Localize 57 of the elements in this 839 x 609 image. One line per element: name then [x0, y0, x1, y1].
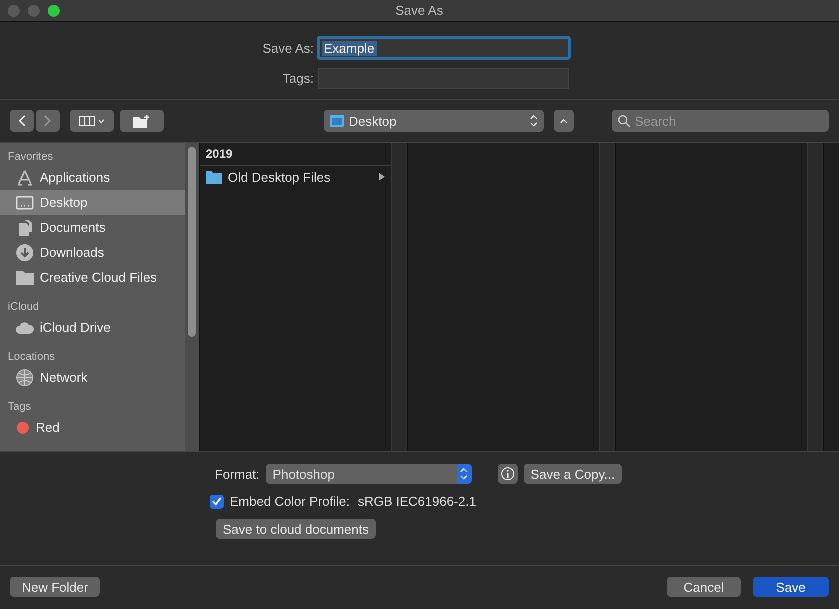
field-label: Tags: — [282, 71, 315, 86]
window-title: Save As — [396, 3, 444, 18]
new-folder-icon — [133, 114, 151, 128]
caret-up-icon — [560, 118, 568, 124]
checkbox[interactable] — [210, 494, 224, 508]
sidebar-item[interactable]: Applications — [0, 165, 185, 190]
disclosure-icon — [379, 173, 385, 181]
sidebar-item[interactable]: Documents — [0, 215, 185, 240]
checkbox-label: Embed Color Profile: — [230, 494, 350, 509]
sidebar-heading: Locations — [7, 350, 56, 365]
sidebar-item[interactable]: Downloads — [0, 240, 185, 265]
download-icon — [16, 244, 34, 262]
view-button[interactable] — [70, 110, 114, 132]
cancel-button[interactable]: Cancel — [667, 577, 741, 597]
new-folder-button[interactable] — [120, 110, 164, 132]
folder-row[interactable]: Old Desktop Files — [200, 166, 391, 188]
sidebar-heading: Tags — [7, 400, 32, 415]
sidebar-item[interactable]: Red — [0, 415, 185, 440]
format-label: Format: — [215, 466, 260, 482]
new-folder-button[interactable]: New Folder — [10, 577, 100, 597]
cloud-icon — [16, 322, 34, 334]
field-label: Save As: — [262, 40, 315, 56]
globe-icon — [16, 368, 34, 386]
back-button[interactable] — [10, 110, 34, 132]
info-button[interactable] — [498, 464, 518, 484]
sidebar-item[interactable]: Desktop — [0, 190, 185, 215]
apps-icon — [16, 170, 34, 186]
sidebar-heading: iCloud — [7, 300, 40, 315]
folder-icon — [330, 115, 344, 127]
profile-value: sRGB IEC61966-2.1 — [358, 494, 476, 509]
info-icon — [500, 467, 515, 481]
file-name-field[interactable]: Example — [317, 36, 571, 60]
desktop-icon — [16, 194, 34, 210]
cloud-button[interactable]: Save to cloud documents — [216, 519, 376, 539]
tags-field[interactable] — [318, 68, 569, 89]
forward-icon — [44, 115, 52, 127]
sidebar-item[interactable]: Creative Cloud Files — [0, 265, 185, 290]
folder-icon — [16, 270, 34, 285]
back-icon — [18, 115, 26, 127]
scrollbar-thumb[interactable] — [188, 147, 196, 337]
chevron-icon — [98, 118, 105, 124]
sidebar-heading: Favorites — [7, 150, 54, 165]
save-button[interactable]: Save — [753, 577, 829, 597]
stepper-icon — [456, 464, 472, 484]
folder-icon — [206, 170, 222, 184]
zoom-button[interactable] — [48, 4, 60, 16]
location-popup[interactable]: Desktop — [324, 110, 544, 132]
sidebar-item[interactable]: Network — [0, 365, 185, 390]
format-popup[interactable]: Photoshop — [266, 464, 472, 484]
documents-icon — [16, 220, 34, 236]
save-copy-button[interactable]: Save a Copy... — [524, 464, 622, 484]
stepper-icon — [530, 115, 538, 127]
forward-button[interactable] — [36, 110, 60, 132]
collapse-button[interactable] — [554, 110, 574, 132]
sidebar-item[interactable]: iCloud Drive — [0, 315, 185, 340]
columns-icon — [79, 116, 95, 126]
search-icon — [618, 114, 631, 128]
